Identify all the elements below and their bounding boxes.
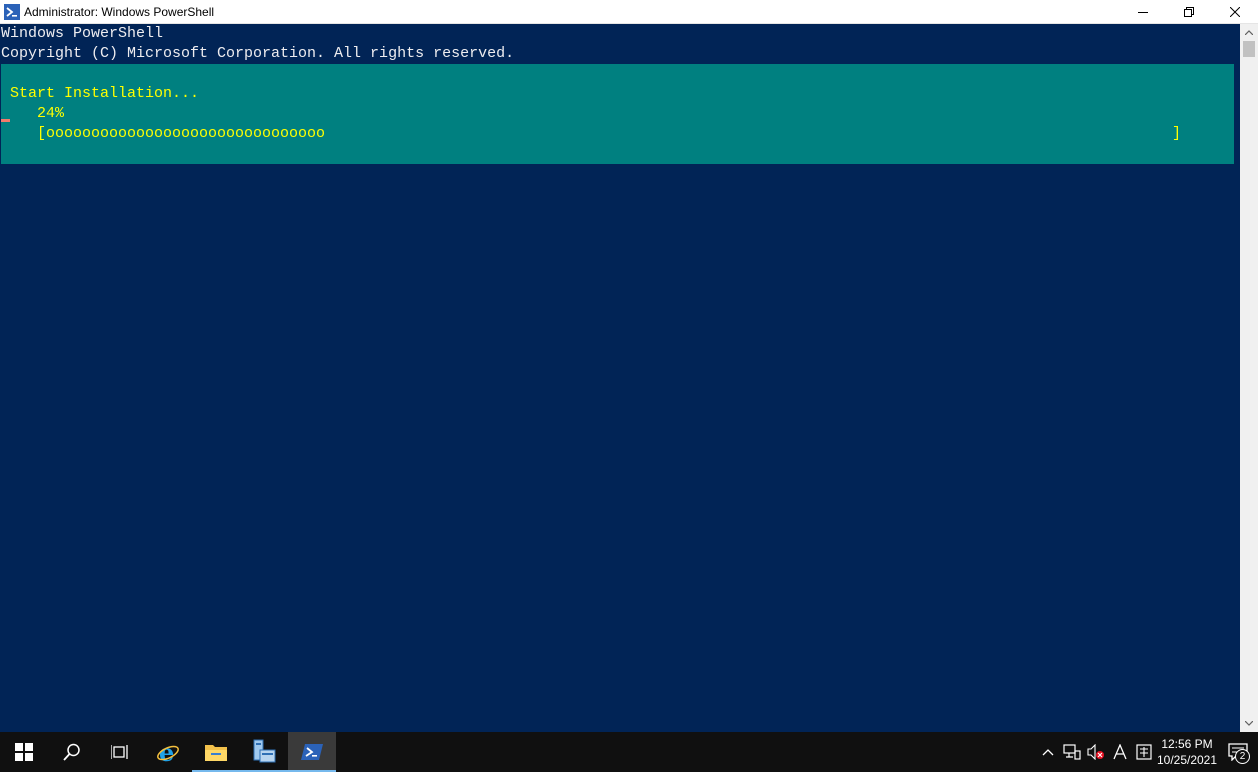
progress-percent: 24% xyxy=(37,105,65,122)
task-view-button[interactable] xyxy=(96,732,144,772)
clock-date: 10/25/2021 xyxy=(1156,753,1218,767)
chevron-up-icon xyxy=(1245,30,1253,35)
powershell-icon xyxy=(301,744,323,760)
task-view-icon xyxy=(111,745,128,759)
internet-explorer-icon: e xyxy=(157,740,179,764)
console-output[interactable]: Windows PowerShell Copyright (C) Microso… xyxy=(0,24,1240,732)
cursor xyxy=(1,119,10,122)
network-button[interactable] xyxy=(1060,732,1084,772)
volume-button[interactable] xyxy=(1084,732,1108,772)
clock[interactable]: 12:56 PM 10/25/2021 xyxy=(1156,732,1218,772)
minimize-button[interactable] xyxy=(1120,0,1166,24)
search-button[interactable] xyxy=(48,732,96,772)
show-hidden-icons-button[interactable] xyxy=(1036,732,1060,772)
volume-muted-icon xyxy=(1087,744,1104,760)
restore-icon xyxy=(1184,7,1194,17)
chevron-up-icon xyxy=(1042,749,1054,756)
start-button[interactable] xyxy=(0,732,48,772)
minimize-icon xyxy=(1138,12,1148,13)
file-explorer-icon xyxy=(205,745,227,761)
network-icon xyxy=(1063,744,1081,760)
vertical-scrollbar[interactable] xyxy=(1240,24,1258,732)
font-a-icon xyxy=(1113,744,1127,760)
close-icon xyxy=(1230,7,1240,17)
taskbar-internet-explorer[interactable]: e xyxy=(144,732,192,772)
ime-icon xyxy=(1136,744,1152,760)
progress-panel: Start Installation... 24% [ooooooooooooo… xyxy=(1,64,1234,164)
system-tray: 12:56 PM 10/25/2021 2 xyxy=(1036,732,1258,772)
progress-activity: Start Installation... xyxy=(10,85,200,102)
clock-time: 12:56 PM xyxy=(1161,737,1213,751)
console-line: Copyright (C) Microsoft Corporation. All… xyxy=(1,45,515,62)
search-icon xyxy=(63,743,80,761)
powershell-icon xyxy=(4,3,20,20)
taskbar-server-manager[interactable] xyxy=(240,732,288,772)
window-title: Administrator: Windows PowerShell xyxy=(24,4,215,19)
ime-button[interactable] xyxy=(1132,732,1156,772)
progress-bar: [ooooooooooooooooooooooooooooooo xyxy=(37,125,326,142)
progress-bar-end: ] xyxy=(1172,125,1182,142)
scroll-down-button[interactable] xyxy=(1240,715,1258,732)
scrollbar-thumb[interactable] xyxy=(1243,41,1255,57)
restore-button[interactable] xyxy=(1166,0,1212,24)
scroll-up-button[interactable] xyxy=(1240,24,1258,41)
notification-count-badge: 2 xyxy=(1235,749,1250,764)
window-titlebar[interactable]: Administrator: Windows PowerShell xyxy=(0,0,1258,24)
chevron-down-icon xyxy=(1245,721,1253,726)
input-language-button[interactable] xyxy=(1108,732,1132,772)
taskbar: e 12:56 PM 10/25/2021 2 xyxy=(0,732,1258,772)
server-manager-icon xyxy=(253,739,276,763)
action-center-button[interactable]: 2 xyxy=(1218,732,1258,772)
close-button[interactable] xyxy=(1212,0,1258,24)
windows-start-icon xyxy=(15,743,33,761)
taskbar-powershell[interactable] xyxy=(288,732,336,772)
console-line: Windows PowerShell xyxy=(1,25,164,42)
taskbar-file-explorer[interactable] xyxy=(192,732,240,772)
